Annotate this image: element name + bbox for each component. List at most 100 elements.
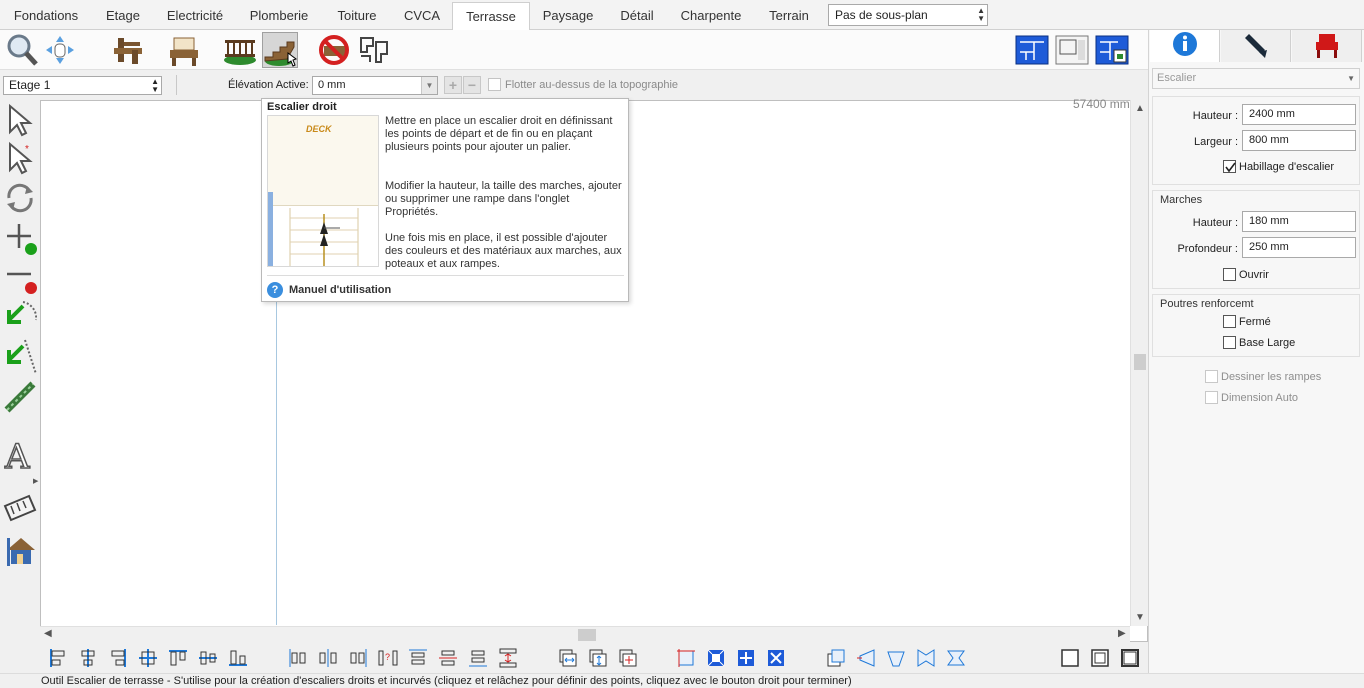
- vertical-scrollbar[interactable]: ▲ ▼: [1130, 100, 1148, 626]
- help-icon[interactable]: ?: [267, 282, 283, 298]
- tab-etage[interactable]: Etage: [96, 2, 150, 30]
- frame-corner-icon[interactable]: [1120, 648, 1140, 668]
- match-size-icon[interactable]: [618, 648, 638, 668]
- taper-bottom-icon[interactable]: [946, 648, 966, 668]
- floor-select[interactable]: Etage 1 ▲ ▼: [3, 76, 162, 95]
- tab-cvca[interactable]: CVCA: [395, 2, 449, 30]
- text-tool-button[interactable]: A: [3, 436, 37, 478]
- taper-top-icon[interactable]: [886, 648, 906, 668]
- pan-tool-button[interactable]: [42, 32, 78, 68]
- match-height-icon[interactable]: [588, 648, 608, 668]
- ouvrir-checkbox[interactable]: [1223, 268, 1236, 281]
- join-tool-button[interactable]: [3, 380, 37, 416]
- tab-toiture[interactable]: Toiture: [327, 2, 387, 30]
- subplan-select[interactable]: Pas de sous-plan ▲ ▼: [828, 4, 988, 26]
- space-vertical-icon[interactable]: [498, 648, 518, 668]
- curve-tool-button[interactable]: [3, 298, 38, 334]
- grow-icon[interactable]: [736, 648, 756, 668]
- taper-left-icon[interactable]: [856, 648, 876, 668]
- hauteur-input[interactable]: 2400 mm: [1242, 104, 1356, 125]
- film-strip-icon: [3, 494, 37, 522]
- align-left-icon[interactable]: [48, 648, 68, 668]
- tab-detail[interactable]: Détail: [610, 2, 664, 30]
- tab-fondations[interactable]: Fondations: [4, 2, 88, 30]
- layout-view-button[interactable]: [1054, 32, 1090, 68]
- copy-shape-icon[interactable]: [826, 648, 846, 668]
- align-middle-icon[interactable]: [198, 648, 218, 668]
- marches-hauteur-input[interactable]: 180 mm: [1242, 211, 1356, 232]
- elevation-view-button[interactable]: [1094, 32, 1130, 68]
- distribute-bottom-icon[interactable]: [468, 648, 488, 668]
- largeur-input[interactable]: 800 mm: [1242, 130, 1356, 151]
- scroll-down-icon[interactable]: ▼: [1135, 612, 1145, 623]
- match-width-icon[interactable]: [558, 648, 578, 668]
- frame-single-icon[interactable]: [1060, 648, 1080, 668]
- deck-stairs-button[interactable]: [262, 32, 298, 68]
- break-line-button[interactable]: [3, 338, 37, 375]
- select-multiple-button[interactable]: *: [3, 140, 37, 176]
- taper-sides-icon[interactable]: [916, 648, 936, 668]
- deck-planking-button[interactable]: [110, 32, 146, 68]
- chevron-down-icon[interactable]: ▼: [421, 77, 437, 94]
- align-bottom-icon[interactable]: [228, 648, 248, 668]
- align-center-icon[interactable]: [78, 648, 98, 668]
- dimension-auto-checkbox[interactable]: [1205, 391, 1218, 404]
- tab-terrasse[interactable]: Terrasse: [452, 2, 530, 30]
- distribute-center-icon[interactable]: [318, 648, 338, 668]
- align-right-icon[interactable]: [108, 648, 128, 668]
- deck-framing-button[interactable]: [356, 32, 392, 68]
- add-point-button[interactable]: [3, 220, 37, 256]
- tab-charpente[interactable]: Charpente: [672, 2, 750, 30]
- dropdown-arrow-icon[interactable]: ▶: [33, 477, 38, 485]
- elevation-plus-button[interactable]: +: [444, 76, 462, 94]
- scroll-up-icon[interactable]: ▲: [1135, 103, 1145, 114]
- deck-railing-button[interactable]: [222, 32, 258, 68]
- chevron-down-icon: ▼: [1347, 74, 1355, 83]
- plan-view-button[interactable]: [1014, 32, 1050, 68]
- resize-icon[interactable]: [676, 648, 696, 668]
- rotate-tool-button[interactable]: [3, 180, 37, 216]
- horizontal-scrollbar[interactable]: ◀ ▶: [40, 626, 1130, 642]
- tab-electricite[interactable]: Electricité: [158, 2, 232, 30]
- horizontal-scroll-thumb[interactable]: [578, 629, 596, 641]
- align-cross-icon[interactable]: [138, 648, 158, 668]
- tab-furniture[interactable]: [1292, 30, 1362, 62]
- ferme-checkbox[interactable]: [1223, 315, 1236, 328]
- tab-plomberie[interactable]: Plomberie: [240, 2, 318, 30]
- scroll-left-icon[interactable]: ◀: [44, 628, 52, 639]
- base-large-checkbox[interactable]: [1223, 336, 1236, 349]
- dessiner-rampes-checkbox[interactable]: [1205, 370, 1218, 383]
- distribute-left-icon[interactable]: [288, 648, 308, 668]
- distribute-top-icon[interactable]: [408, 648, 428, 668]
- distribute-right-icon[interactable]: [348, 648, 368, 668]
- distribute-middle-icon[interactable]: [438, 648, 458, 668]
- shrink-icon[interactable]: [706, 648, 726, 668]
- tab-style[interactable]: [1221, 30, 1291, 62]
- deck-room-button[interactable]: [166, 32, 202, 68]
- house-icon: [7, 538, 35, 566]
- zoom-tool-button[interactable]: [4, 32, 40, 68]
- film-camera-button[interactable]: [3, 492, 37, 528]
- user-manual-link[interactable]: Manuel d'utilisation: [289, 284, 391, 296]
- elevation-minus-button[interactable]: −: [463, 76, 481, 94]
- vertical-scroll-thumb[interactable]: [1134, 354, 1146, 370]
- tab-paysage[interactable]: Paysage: [534, 2, 602, 30]
- select-tool-button[interactable]: [3, 102, 37, 138]
- fit-icon[interactable]: [766, 648, 786, 668]
- space-horizontal-icon[interactable]: ?: [378, 648, 398, 668]
- floor-value: Etage 1: [9, 78, 51, 92]
- marches-profondeur-input[interactable]: 250 mm: [1242, 237, 1356, 258]
- 3d-view-button[interactable]: [3, 532, 37, 568]
- frame-double-icon[interactable]: [1090, 648, 1110, 668]
- align-top-icon[interactable]: [168, 648, 188, 668]
- delete-point-button[interactable]: [3, 260, 37, 296]
- float-topography-checkbox[interactable]: [488, 78, 501, 91]
- elevation-input[interactable]: 0 mm ▼: [312, 76, 438, 95]
- habillage-checkbox[interactable]: [1223, 160, 1236, 173]
- tab-terrain[interactable]: Terrain: [758, 2, 820, 30]
- object-type-select[interactable]: Escalier ▼: [1152, 68, 1360, 89]
- stairs-plan-icon: [289, 208, 359, 266]
- tab-info[interactable]: [1150, 30, 1220, 62]
- scroll-right-icon[interactable]: ▶: [1118, 628, 1126, 639]
- no-deck-button[interactable]: [316, 32, 352, 68]
